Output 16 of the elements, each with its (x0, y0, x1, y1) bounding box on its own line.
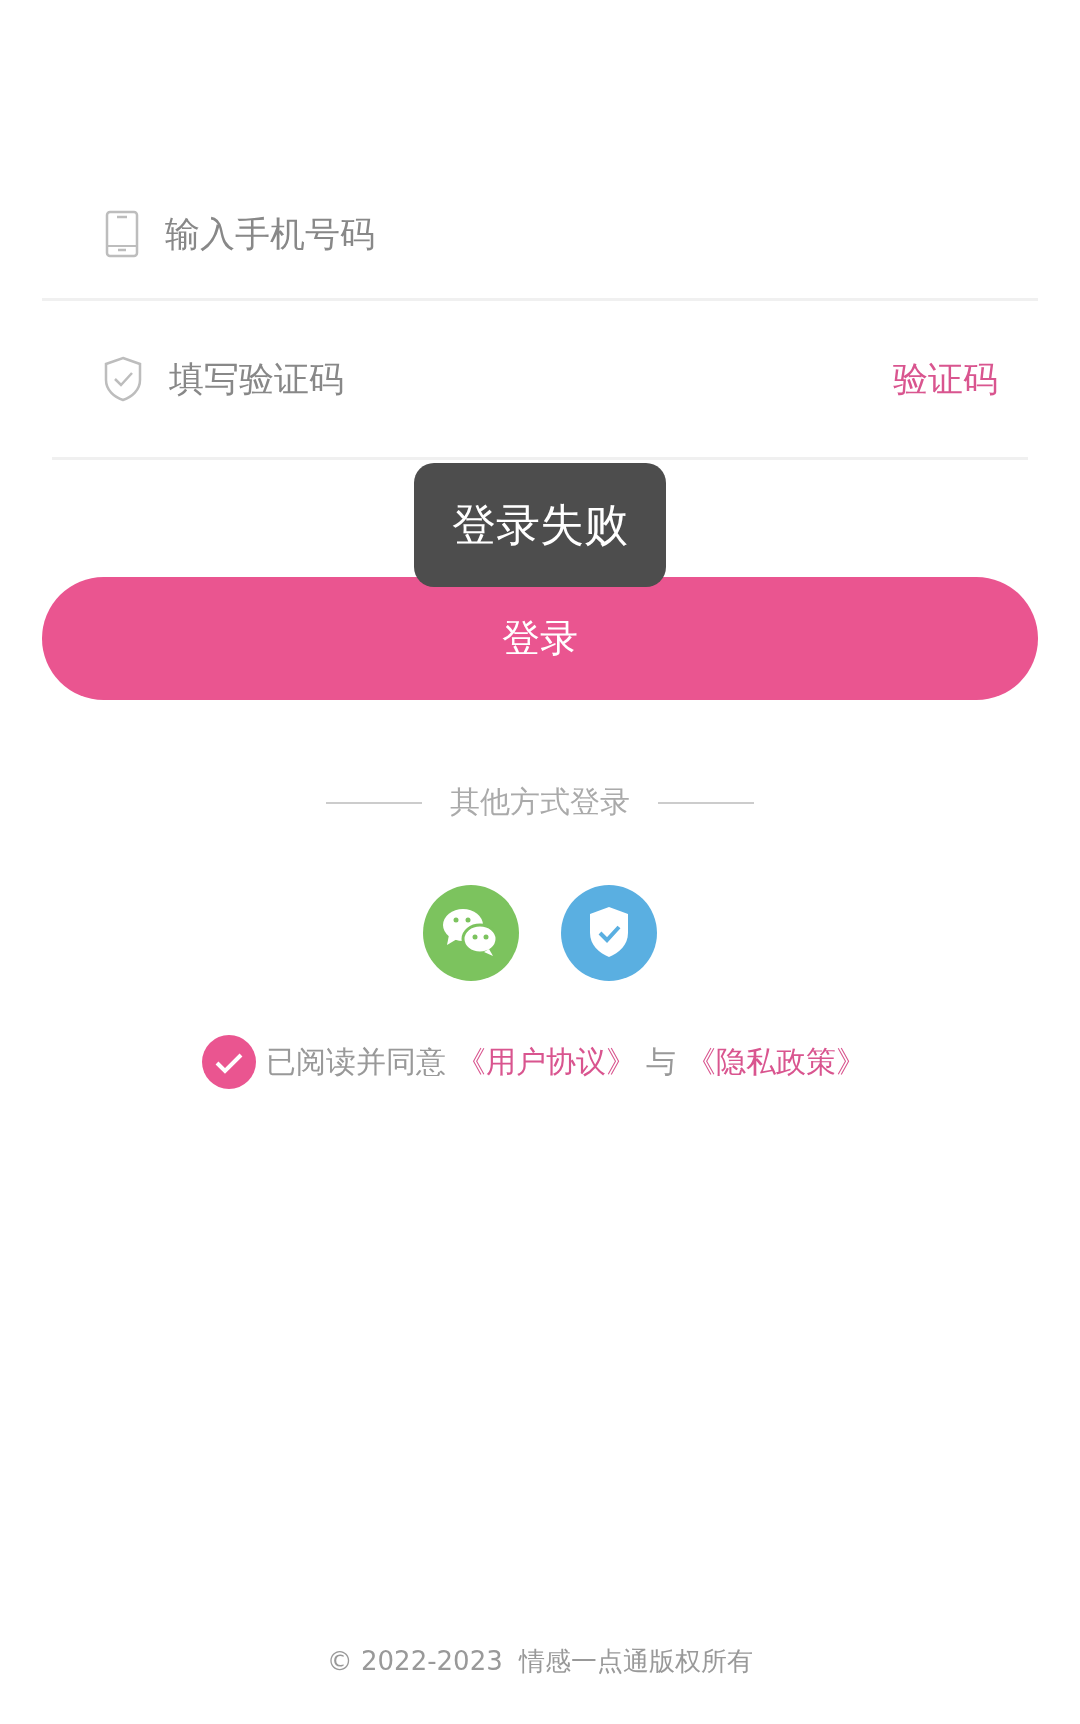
shield-login-icon[interactable] (561, 885, 657, 981)
phone-icon (105, 210, 139, 258)
other-login-title: 其他方式登录 (450, 783, 630, 821)
shield-check-icon (103, 356, 143, 402)
agreement-text: 已阅读并同意 (266, 1042, 446, 1081)
get-code-button[interactable]: 验证码 (893, 355, 998, 403)
code-input-field[interactable]: 填写验证码 (169, 359, 893, 399)
copyright-text: © 2022-2023 情感一点通版权所有 (325, 1645, 755, 1678)
toast-message: 登录失败 (414, 463, 666, 587)
agree-checkbox[interactable] (202, 1035, 256, 1089)
user-agreement-link[interactable]: 《用户协议》 (456, 1041, 636, 1083)
privacy-policy-link[interactable]: 《隐私政策》 (686, 1041, 866, 1083)
and-text: 与 (646, 1042, 676, 1081)
phone-input-field[interactable]: 输入手机号码 (165, 214, 1038, 254)
login-button[interactable]: 登录 (42, 577, 1038, 700)
wechat-login-icon[interactable] (423, 885, 519, 981)
